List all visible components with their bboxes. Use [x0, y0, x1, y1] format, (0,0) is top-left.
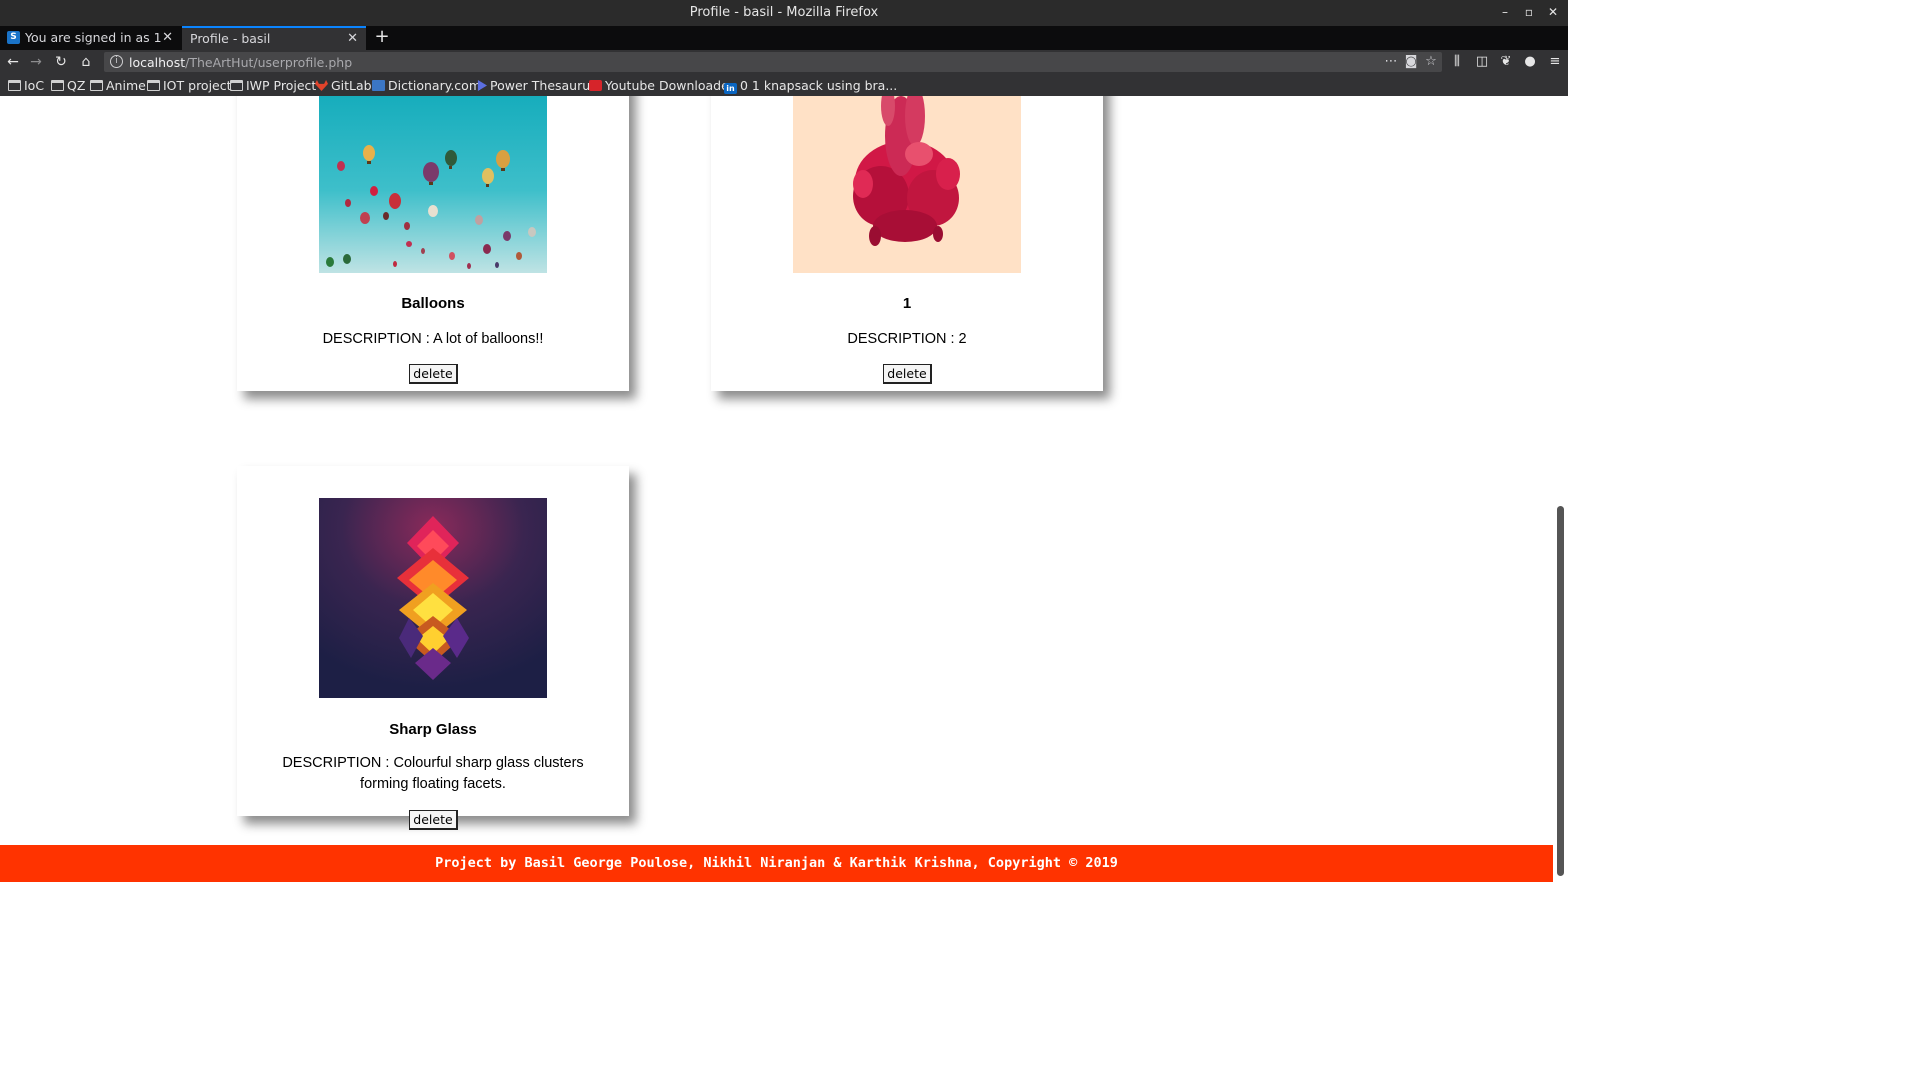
close-tab-icon[interactable]: ✕: [347, 28, 358, 49]
new-tab-icon[interactable]: +: [372, 26, 392, 50]
tab-signed-in[interactable]: S You are signed in as 1761 ✕: [0, 26, 181, 50]
bookmark-label: Power Thesaurus: [490, 78, 597, 93]
window-titlebar: Profile - basil - Mozilla Firefox – ▫ ✕: [0, 0, 1568, 26]
linkedin-icon: in: [724, 83, 737, 94]
artwork-description: DESCRIPTION : Colourful sharp glass clus…: [282, 755, 584, 792]
bookmark-anime[interactable]: Anime: [90, 77, 146, 94]
url-path: /TheArtHut/userprofile.php: [185, 55, 353, 70]
site-favicon-icon: S: [7, 31, 20, 44]
folder-icon: [51, 80, 64, 91]
close-window-icon[interactable]: ✕: [1545, 4, 1561, 20]
folder-icon: [8, 80, 21, 91]
folder-icon: [147, 80, 160, 91]
delete-button[interactable]: delete: [883, 364, 932, 384]
artwork-card: Balloons DESCRIPTION : A lot of balloons…: [237, 96, 629, 391]
page-actions-icon[interactable]: ⋯: [1382, 53, 1400, 71]
menu-icon[interactable]: ≡: [1546, 53, 1564, 71]
minimize-icon[interactable]: –: [1497, 4, 1513, 20]
bookmark-ioc[interactable]: IoC: [8, 77, 44, 94]
window-title: Profile - basil - Mozilla Firefox: [689, 5, 879, 20]
tab-bar: S You are signed in as 1761 ✕ Profile - …: [0, 26, 1568, 50]
artwork-image-balloons[interactable]: [319, 96, 547, 273]
bookmark-label: IOT project: [163, 78, 232, 93]
url-host: localhost: [129, 55, 186, 70]
library-icon[interactable]: ⫼: [1448, 53, 1466, 71]
bookmark-label: QZ: [67, 78, 86, 93]
bookmark-dictionary[interactable]: Dictionary.com: [372, 77, 481, 94]
dictionary-icon: [372, 80, 385, 91]
bookmark-knapsack[interactable]: in 0 1 knapsack using bra...: [724, 77, 897, 94]
gitlab-icon: [315, 80, 328, 91]
bookmark-label: IWP Project: [246, 78, 317, 93]
bookmark-qz[interactable]: QZ: [51, 77, 85, 94]
bookmark-power-thesaurus[interactable]: Power Thesaurus: [474, 77, 597, 94]
page-viewport: Balloons DESCRIPTION : A lot of balloons…: [0, 96, 1553, 882]
vertical-scrollbar[interactable]: [1553, 96, 1568, 882]
tab-label: Profile - basil: [190, 31, 271, 46]
artwork-title: Balloons: [401, 295, 465, 312]
bookmark-label: Youtube Downloader: [605, 78, 734, 93]
bookmark-iot-project[interactable]: IOT project: [147, 77, 232, 94]
bookmark-label: Dictionary.com: [388, 78, 481, 93]
bookmark-label: 0 1 knapsack using bra...: [740, 78, 898, 93]
delete-button[interactable]: delete: [409, 810, 458, 830]
bookmark-iwp-project[interactable]: IWP Project: [230, 77, 316, 94]
artwork-card: 1 DESCRIPTION : 2 delete: [711, 96, 1103, 391]
folder-icon: [90, 80, 103, 91]
reload-icon[interactable]: ↻: [52, 53, 70, 71]
youtube-downloader-icon: [589, 80, 602, 91]
bookmarks-toolbar: IoC QZ Anime IOT project IWP Project Git…: [0, 74, 1568, 96]
pocket-icon[interactable]: ◙: [1402, 53, 1420, 71]
url-bar[interactable]: i localhost/TheArtHut/userprofile.php ⋯ …: [104, 52, 1442, 72]
info-icon[interactable]: i: [110, 55, 123, 68]
bookmark-label: GitLab: [331, 78, 372, 93]
home-icon[interactable]: ⌂: [77, 53, 95, 71]
tab-profile[interactable]: Profile - basil ✕: [182, 26, 366, 50]
bookmark-label: IoC: [24, 78, 45, 93]
close-tab-icon[interactable]: ✕: [162, 26, 173, 50]
artwork-description: DESCRIPTION : 2: [847, 331, 967, 347]
addon-icon[interactable]: ●: [1521, 53, 1539, 71]
bookmark-label: Anime: [106, 78, 146, 93]
artwork-image-sharp-glass[interactable]: [319, 498, 547, 698]
scrollbar-thumb[interactable]: [1557, 506, 1564, 876]
navigation-bar: ← → ↻ ⌂ i localhost/TheArtHut/userprofil…: [0, 50, 1568, 74]
url-text[interactable]: localhost/TheArtHut/userprofile.php: [129, 55, 352, 70]
bookmark-youtube-downloader[interactable]: Youtube Downloader: [589, 77, 734, 94]
folder-icon: [230, 80, 243, 91]
tab-label: You are signed in as 1761: [25, 30, 161, 45]
artwork-title: Sharp Glass: [389, 721, 477, 738]
bookmark-gitlab[interactable]: GitLab: [315, 77, 372, 94]
delete-button[interactable]: delete: [409, 364, 458, 384]
page-footer: Project by Basil George Poulose, Nikhil …: [0, 845, 1553, 882]
sidebar-icon[interactable]: ◫: [1473, 53, 1491, 71]
extension-icon[interactable]: ❦: [1497, 53, 1515, 71]
artwork-title: 1: [902, 295, 912, 312]
maximize-icon[interactable]: ▫: [1521, 4, 1537, 20]
power-thesaurus-icon: [477, 80, 487, 91]
bookmark-star-icon[interactable]: ☆: [1422, 53, 1440, 71]
forward-icon[interactable]: →: [27, 53, 45, 71]
artwork-image-ink[interactable]: [793, 96, 1021, 273]
artwork-description: DESCRIPTION : A lot of balloons!!: [322, 331, 544, 347]
back-icon[interactable]: ←: [4, 53, 22, 71]
artwork-card: Sharp Glass DESCRIPTION : Colourful shar…: [237, 466, 629, 830]
